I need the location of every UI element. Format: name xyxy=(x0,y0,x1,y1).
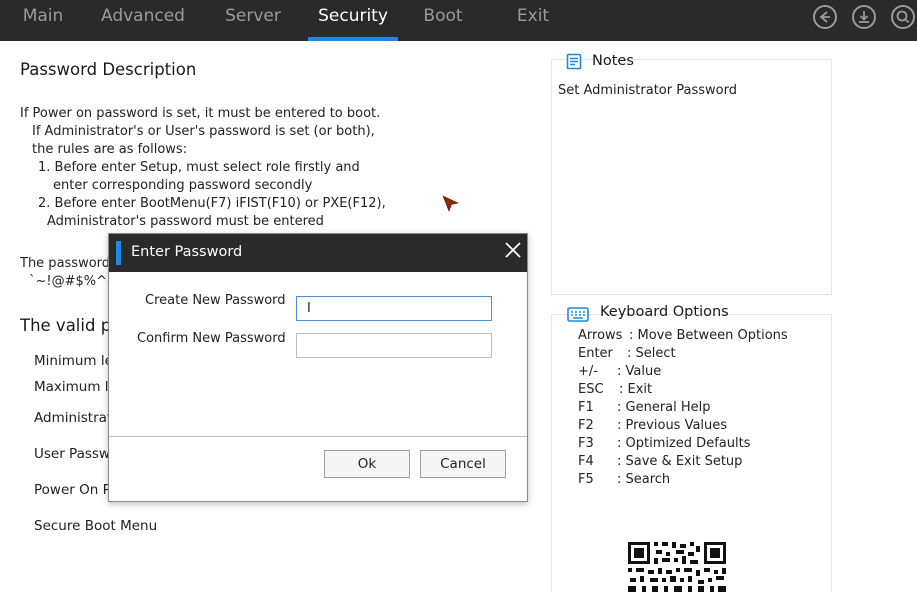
key-description: : Optimized Defaults xyxy=(617,436,751,451)
tab-main[interactable]: Main xyxy=(12,0,74,41)
setting-administrator-password[interactable]: Administrat xyxy=(34,410,112,426)
notes-text: Set Administrator Password xyxy=(558,83,737,98)
keyboard-option-line: F3 : Optimized Defaults xyxy=(578,436,750,451)
top-menu-bar: Main Advanced Server Security Boot Exit xyxy=(0,0,917,41)
keyboard-option-line: F2 : Previous Values xyxy=(578,418,727,433)
ok-button[interactable]: Ok xyxy=(324,450,410,478)
key-name: Enter xyxy=(578,346,613,361)
dialog-accent-bar xyxy=(116,241,121,265)
password-chars-line: The password xyxy=(20,256,111,271)
setting-user-password[interactable]: User Passw xyxy=(34,446,110,462)
key-name: F2 xyxy=(578,418,594,433)
enter-password-dialog: Enter Password Create New Password Confi… xyxy=(108,233,528,502)
keyboard-icon xyxy=(567,307,589,322)
create-password-input[interactable] xyxy=(296,296,492,321)
keyboard-option-line: ESC : Exit xyxy=(578,382,652,397)
setting-power-on-password[interactable]: Power On Pa xyxy=(34,482,118,498)
section-heading-password-description: Password Description xyxy=(20,60,197,79)
key-name: Arrows xyxy=(578,328,623,343)
key-name: F5 xyxy=(578,472,594,487)
notes-title: Notes xyxy=(592,53,634,69)
description-line: 1. Before enter Setup, must select role … xyxy=(38,160,360,175)
description-line: If Power on password is set, it must be … xyxy=(20,106,381,121)
password-chars-line: `~!@#$%^& xyxy=(29,274,118,289)
key-name: F3 xyxy=(578,436,594,451)
setting-secure-boot-menu[interactable]: Secure Boot Menu xyxy=(34,518,157,534)
dialog-header: Enter Password xyxy=(109,234,527,272)
dialog-title: Enter Password xyxy=(131,244,243,260)
keyboard-option-line: F5 : Search xyxy=(578,472,670,487)
key-name: F1 xyxy=(578,400,594,415)
tab-server[interactable]: Server xyxy=(214,0,292,41)
keyboard-option-line: Enter : Select xyxy=(578,346,676,361)
key-description: : Save & Exit Setup xyxy=(617,454,743,469)
keyboard-options-title: Keyboard Options xyxy=(600,304,729,320)
setting-minimum-length[interactable]: Minimum le xyxy=(34,353,113,369)
setting-maximum-length[interactable]: Maximum le xyxy=(34,379,117,395)
dialog-divider xyxy=(109,436,527,437)
close-icon[interactable] xyxy=(503,240,523,260)
description-line: 2. Before enter BootMenu(F7) iFIST(F10) … xyxy=(38,196,386,211)
back-icon[interactable] xyxy=(813,5,837,29)
confirm-password-input[interactable] xyxy=(296,333,492,358)
cancel-button[interactable]: Cancel xyxy=(420,450,506,478)
tab-exit[interactable]: Exit xyxy=(504,0,562,41)
key-description: : Value xyxy=(617,364,662,379)
tab-advanced[interactable]: Advanced xyxy=(90,0,196,41)
create-password-label: Create New Password xyxy=(145,293,286,308)
key-description: : General Help xyxy=(617,400,711,415)
keyboard-option-line: Arrows : Move Between Options xyxy=(578,328,788,343)
confirm-password-label: Confirm New Password xyxy=(137,331,286,346)
key-description: : Move Between Options xyxy=(629,328,788,343)
description-line: If Administrator's or User's password is… xyxy=(32,124,375,139)
keyboard-option-line: F4 : Save & Exit Setup xyxy=(578,454,742,469)
keyboard-option-line: F1 : General Help xyxy=(578,400,711,415)
key-description: : Exit xyxy=(619,382,653,397)
tab-security[interactable]: Security xyxy=(308,0,398,41)
key-description: : Select xyxy=(627,346,676,361)
tab-boot[interactable]: Boot xyxy=(414,0,472,41)
key-description: : Search xyxy=(617,472,671,487)
key-name: ESC xyxy=(578,382,604,397)
key-description: : Previous Values xyxy=(617,418,728,433)
mouse-cursor-icon xyxy=(442,195,459,212)
search-icon[interactable] xyxy=(891,5,915,29)
save-download-icon[interactable] xyxy=(852,5,876,29)
description-line: the rules are as follows: xyxy=(32,142,188,157)
qr-code xyxy=(618,528,738,592)
section-heading-valid-password: The valid p xyxy=(20,316,112,335)
notes-icon xyxy=(566,53,582,70)
key-name: +/- xyxy=(578,364,598,379)
keyboard-option-line: +/- : Value xyxy=(578,364,661,379)
description-line: Administrator's password must be entered xyxy=(47,214,324,229)
key-name: F4 xyxy=(578,454,594,469)
description-line: enter corresponding password secondly xyxy=(53,178,313,193)
